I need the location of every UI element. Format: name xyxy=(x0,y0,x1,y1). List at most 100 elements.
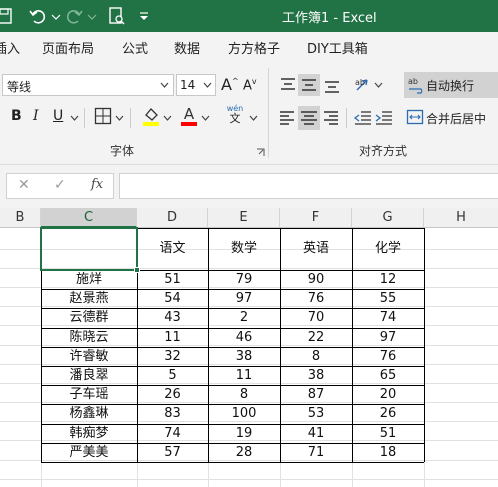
font-size-dropdown[interactable]: 14 xyxy=(176,74,216,96)
fill-color-dropdown-icon[interactable] xyxy=(163,115,172,122)
undo-dropdown-icon[interactable] xyxy=(46,6,66,26)
orientation-icon[interactable]: ab xyxy=(353,74,373,96)
merge-center-label[interactable]: 合并后居中 xyxy=(426,110,486,127)
score-cell[interactable]: 90 xyxy=(280,270,352,289)
align-top-icon[interactable] xyxy=(278,74,298,96)
borders-icon[interactable] xyxy=(94,107,112,125)
score-cell[interactable]: 41 xyxy=(280,424,352,443)
name-cell[interactable]: 施烊 xyxy=(41,270,137,289)
score-cell[interactable]: 38 xyxy=(208,347,280,366)
score-cell[interactable]: 2 xyxy=(208,308,280,327)
name-cell[interactable]: 云德群 xyxy=(41,308,137,327)
score-cell[interactable]: 38 xyxy=(280,366,352,385)
phonetic-guide-button[interactable]: wén 文 xyxy=(224,104,246,128)
tab-insert[interactable]: 插入 xyxy=(0,38,20,57)
score-cell[interactable]: 28 xyxy=(208,443,280,462)
borders-dropdown-icon[interactable] xyxy=(115,115,124,122)
name-cell[interactable]: 韩痴梦 xyxy=(41,424,137,443)
fill-color-icon[interactable] xyxy=(142,106,160,126)
score-cell[interactable]: 83 xyxy=(137,404,208,423)
name-cell[interactable]: 严美美 xyxy=(41,443,137,462)
fill-handle[interactable] xyxy=(134,267,140,273)
tab-formulas[interactable]: 公式 xyxy=(122,38,148,57)
score-cell[interactable]: 53 xyxy=(280,404,352,423)
print-preview-icon[interactable] xyxy=(106,6,126,26)
align-right-icon[interactable] xyxy=(322,108,342,128)
score-cell[interactable]: 74 xyxy=(352,308,424,327)
score-cell[interactable]: 97 xyxy=(352,328,424,347)
score-cell[interactable]: 26 xyxy=(352,404,424,423)
orientation-dropdown-icon[interactable] xyxy=(374,82,383,89)
name-cell[interactable]: 子车瑶 xyxy=(41,385,137,404)
redo-dropdown-icon[interactable] xyxy=(82,6,102,26)
score-cell[interactable]: 18 xyxy=(352,443,424,462)
font-color-button[interactable]: A xyxy=(180,104,198,126)
score-cell[interactable]: 8 xyxy=(280,347,352,366)
score-cell[interactable]: 76 xyxy=(280,289,352,308)
score-cell[interactable]: 97 xyxy=(208,289,280,308)
insert-function-button[interactable]: fx xyxy=(91,177,103,192)
name-cell[interactable]: 许睿敏 xyxy=(41,347,137,366)
score-cell[interactable]: 55 xyxy=(352,289,424,308)
increase-font-size-button[interactable]: A^ xyxy=(221,75,239,94)
align-middle-button[interactable] xyxy=(298,74,320,96)
tab-page-layout[interactable]: 页面布局 xyxy=(42,38,94,57)
name-cell[interactable]: 杨鑫琳 xyxy=(41,404,137,423)
underline-button[interactable]: U xyxy=(53,108,63,124)
score-cell[interactable]: 54 xyxy=(137,289,208,308)
tab-diy-toolbox[interactable]: DIY工具箱 xyxy=(307,38,368,57)
align-left-icon[interactable] xyxy=(278,108,298,128)
header-cell[interactable]: 语文 xyxy=(137,228,208,270)
name-cell[interactable]: 潘良翠 xyxy=(41,366,137,385)
dialog-launcher-icon[interactable] xyxy=(256,148,265,157)
customize-qat-icon[interactable] xyxy=(134,6,154,26)
score-cell[interactable]: 46 xyxy=(208,328,280,347)
score-cell[interactable]: 51 xyxy=(137,270,208,289)
underline-dropdown-icon[interactable] xyxy=(70,115,79,122)
score-cell[interactable]: 19 xyxy=(208,424,280,443)
phonetic-dropdown-icon[interactable] xyxy=(249,115,258,122)
undo-icon[interactable] xyxy=(28,6,48,26)
score-cell[interactable]: 11 xyxy=(137,328,208,347)
score-cell[interactable]: 12 xyxy=(352,270,424,289)
score-cell[interactable]: 76 xyxy=(352,347,424,366)
decrease-font-size-button[interactable]: Av xyxy=(243,77,257,93)
tab-data[interactable]: 数据 xyxy=(174,38,200,57)
redo-icon[interactable] xyxy=(64,6,84,26)
name-cell[interactable]: 陈晓云 xyxy=(41,328,137,347)
merge-center-icon[interactable] xyxy=(406,108,424,126)
formula-input[interactable] xyxy=(119,173,498,199)
align-bottom-icon[interactable] xyxy=(322,74,342,96)
score-cell[interactable]: 57 xyxy=(137,443,208,462)
score-cell[interactable]: 74 xyxy=(137,424,208,443)
font-color-dropdown-icon[interactable] xyxy=(201,115,210,122)
score-cell[interactable]: 22 xyxy=(280,328,352,347)
cancel-entry-button[interactable]: ✕ xyxy=(18,177,30,193)
increase-indent-icon[interactable] xyxy=(374,108,394,128)
score-cell[interactable]: 79 xyxy=(208,270,280,289)
score-cell[interactable]: 65 xyxy=(352,366,424,385)
name-cell[interactable]: 赵景燕 xyxy=(41,289,137,308)
font-name-dropdown[interactable]: 等线 xyxy=(2,74,174,96)
italic-button[interactable]: I xyxy=(33,108,39,124)
header-cell[interactable]: 数学 xyxy=(208,228,280,270)
score-cell[interactable]: 71 xyxy=(280,443,352,462)
decrease-indent-icon[interactable] xyxy=(353,108,373,128)
wrap-text-button[interactable]: ab 自动换行 xyxy=(404,72,498,98)
score-cell[interactable]: 5 xyxy=(137,366,208,385)
score-cell[interactable]: 11 xyxy=(208,366,280,385)
align-center-button[interactable] xyxy=(298,106,320,130)
score-cell[interactable]: 8 xyxy=(208,385,280,404)
header-cell[interactable]: 英语 xyxy=(280,228,352,270)
score-cell[interactable]: 87 xyxy=(280,385,352,404)
score-cell[interactable]: 26 xyxy=(137,385,208,404)
score-cell[interactable]: 70 xyxy=(280,308,352,327)
bold-button[interactable]: B xyxy=(11,108,22,124)
score-cell[interactable]: 51 xyxy=(352,424,424,443)
score-cell[interactable]: 32 xyxy=(137,347,208,366)
header-cell[interactable]: 化学 xyxy=(352,228,424,270)
score-cell[interactable]: 43 xyxy=(137,308,208,327)
tab-fangfang[interactable]: 方方格子 xyxy=(228,38,280,57)
confirm-entry-button[interactable]: ✓ xyxy=(54,177,66,193)
score-cell[interactable]: 20 xyxy=(352,385,424,404)
